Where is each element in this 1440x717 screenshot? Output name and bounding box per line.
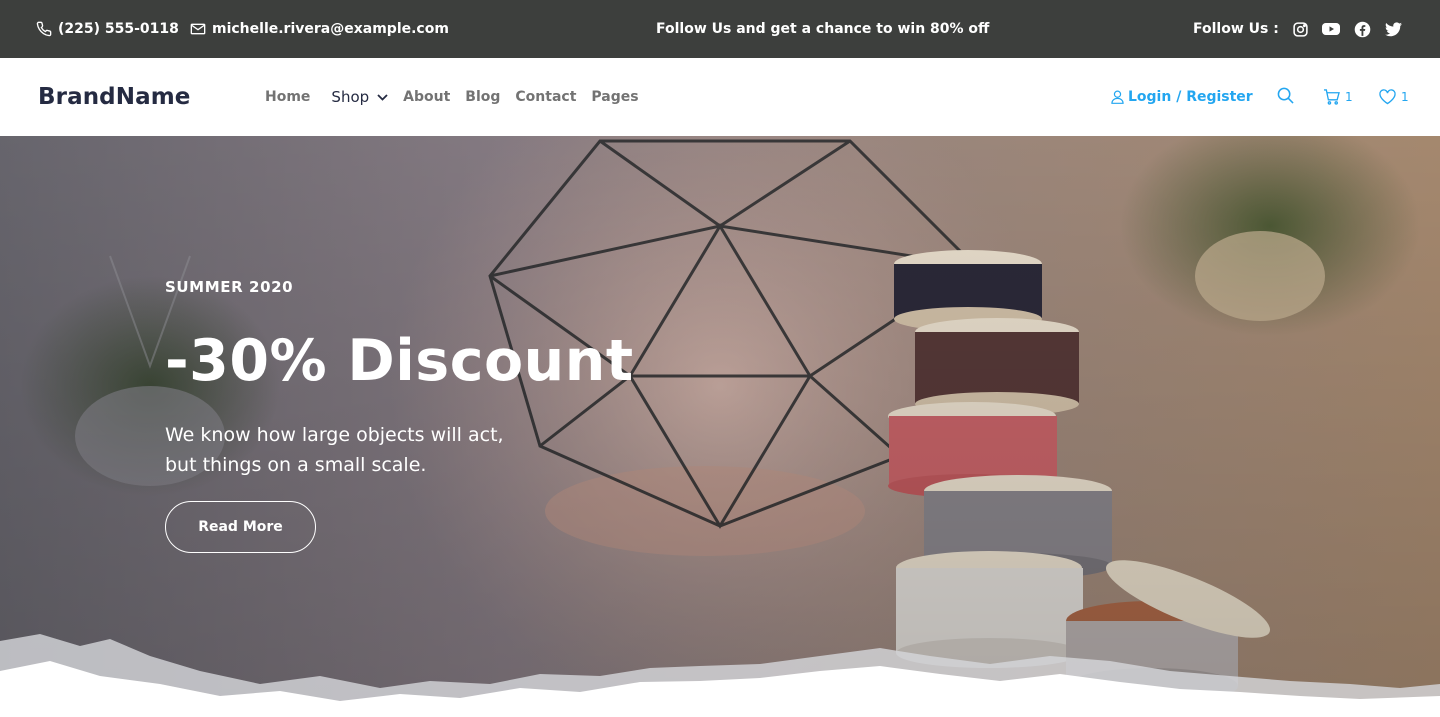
facebook-icon[interactable] <box>1352 19 1372 39</box>
cart-count: 1 <box>1345 90 1353 104</box>
brand-logo[interactable]: BrandName <box>38 58 190 136</box>
contact-email[interactable]: michelle.rivera@example.com <box>190 0 449 58</box>
follow-label: Follow Us : <box>1193 21 1279 37</box>
instagram-icon[interactable] <box>1290 19 1310 39</box>
phone-number: (225) 555-0118 <box>58 21 179 37</box>
nav-shop-label: Shop <box>331 88 370 106</box>
read-more-button[interactable]: Read More <box>165 501 316 553</box>
main-navbar: BrandName Home Shop About Blog Contact P… <box>0 58 1440 136</box>
promo-text: Follow Us and get a chance to win 80% of… <box>656 21 990 37</box>
hero-subtitle: We know how large objects will act, but … <box>165 420 585 480</box>
cart-icon <box>1323 89 1340 105</box>
twitter-icon[interactable] <box>1383 19 1403 39</box>
nav-shop[interactable]: Shop <box>331 88 388 106</box>
nav-home[interactable]: Home <box>265 89 310 105</box>
cart-button[interactable]: 1 <box>1323 58 1353 136</box>
search-icon <box>1277 87 1294 108</box>
search-button[interactable] <box>1277 58 1294 136</box>
hero-subtitle-line-2: but things on a small scale. <box>165 454 427 476</box>
nav-about[interactable]: About <box>403 89 450 105</box>
nav-contact[interactable]: Contact <box>515 89 576 105</box>
phone-icon <box>36 21 52 37</box>
hero-season-label: SUMMER 2020 <box>165 278 294 296</box>
chevron-down-icon <box>377 93 388 101</box>
email-address: michelle.rivera@example.com <box>212 21 449 37</box>
mail-icon <box>190 21 206 37</box>
hero-headline: -30% Discount <box>165 328 634 394</box>
youtube-icon[interactable] <box>1321 19 1341 39</box>
heart-icon <box>1379 89 1396 105</box>
wishlist-count: 1 <box>1401 90 1409 104</box>
nav-blog[interactable]: Blog <box>465 89 500 105</box>
hero-banner: SUMMER 2020 -30% Discount We know how la… <box>0 136 1440 717</box>
wishlist-button[interactable]: 1 <box>1379 58 1409 136</box>
hero-subtitle-line-1: We know how large objects will act, <box>165 424 504 446</box>
main-menu: Home Shop About Blog Contact Pages <box>265 58 654 136</box>
login-register-link[interactable]: Login / Register <box>1111 58 1253 136</box>
login-label: Login / Register <box>1128 89 1253 105</box>
nav-pages[interactable]: Pages <box>591 89 638 105</box>
user-icon <box>1111 90 1124 104</box>
social-links <box>1279 0 1403 58</box>
contact-phone[interactable]: (225) 555-0118 <box>36 0 179 58</box>
top-bar: (225) 555-0118 michelle.rivera@example.c… <box>0 0 1440 58</box>
